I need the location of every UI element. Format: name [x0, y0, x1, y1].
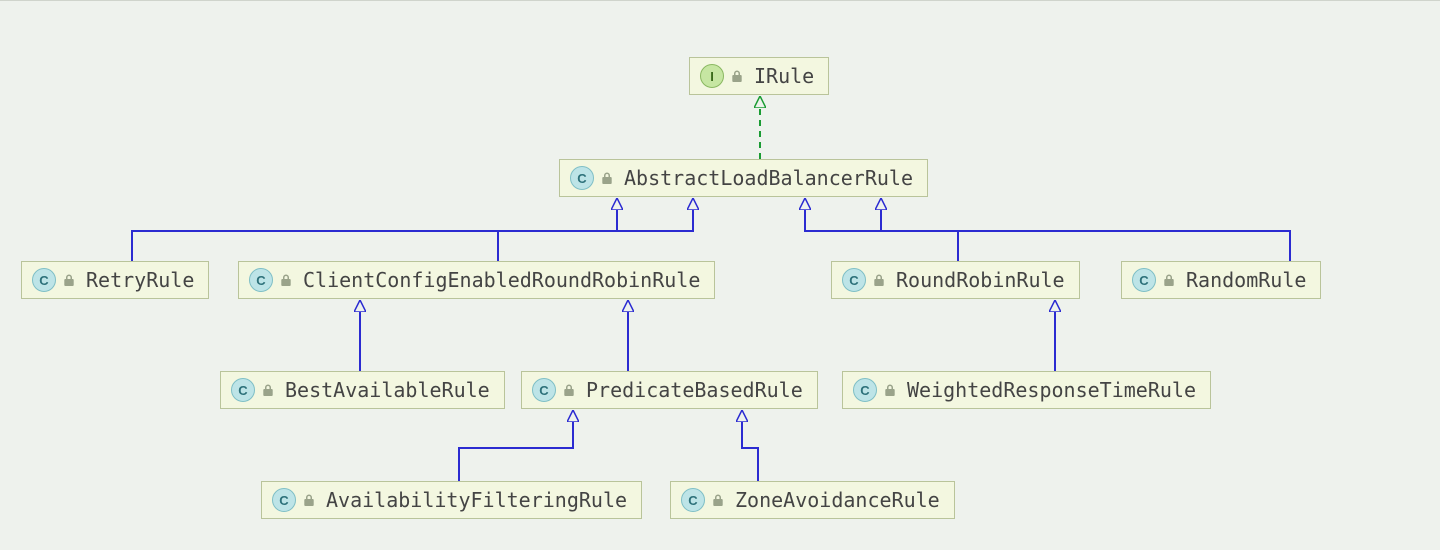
- class-icon: C: [570, 166, 594, 190]
- node-best-available-rule[interactable]: C BestAvailableRule: [220, 371, 505, 409]
- lock-icon: [711, 493, 725, 507]
- lock-icon: [1162, 273, 1176, 287]
- node-label: RandomRule: [1186, 268, 1306, 292]
- node-label: RetryRule: [86, 268, 194, 292]
- node-round-robin-rule[interactable]: C RoundRobinRule: [831, 261, 1080, 299]
- node-label: ClientConfigEnabledRoundRobinRule: [303, 268, 700, 292]
- node-label: BestAvailableRule: [285, 378, 490, 402]
- class-icon: C: [842, 268, 866, 292]
- lock-icon: [600, 171, 614, 185]
- node-label: RoundRobinRule: [896, 268, 1065, 292]
- class-icon: C: [249, 268, 273, 292]
- node-label: PredicateBasedRule: [586, 378, 803, 402]
- edge-availfilter-to-predicate: [459, 411, 573, 481]
- node-weighted-response-time-rule[interactable]: C WeightedResponseTimeRule: [842, 371, 1211, 409]
- node-predicate-based-rule[interactable]: C PredicateBasedRule: [521, 371, 818, 409]
- class-icon: C: [853, 378, 877, 402]
- edge-clientconfig-to-abstract: [498, 199, 693, 261]
- edge-zoneavoid-to-predicate: [742, 411, 758, 481]
- node-availability-filtering-rule[interactable]: C AvailabilityFilteringRule: [261, 481, 642, 519]
- class-icon: C: [231, 378, 255, 402]
- node-label: ZoneAvoidanceRule: [735, 488, 940, 512]
- lock-icon: [62, 273, 76, 287]
- node-retry-rule[interactable]: C RetryRule: [21, 261, 209, 299]
- lock-icon: [562, 383, 576, 397]
- class-icon: C: [272, 488, 296, 512]
- node-label: AvailabilityFilteringRule: [326, 488, 627, 512]
- node-label: WeightedResponseTimeRule: [907, 378, 1196, 402]
- node-irule[interactable]: I IRule: [689, 57, 829, 95]
- lock-icon: [279, 273, 293, 287]
- class-icon: C: [681, 488, 705, 512]
- lock-icon: [261, 383, 275, 397]
- node-label: AbstractLoadBalancerRule: [624, 166, 913, 190]
- class-icon: C: [532, 378, 556, 402]
- lock-icon: [883, 383, 897, 397]
- node-zone-avoidance-rule[interactable]: C ZoneAvoidanceRule: [670, 481, 955, 519]
- node-client-config-enabled-round-robin-rule[interactable]: C ClientConfigEnabledRoundRobinRule: [238, 261, 715, 299]
- class-icon: C: [1132, 268, 1156, 292]
- edge-random-to-abstract: [881, 199, 1290, 261]
- lock-icon: [872, 273, 886, 287]
- node-abstract-load-balancer-rule[interactable]: C AbstractLoadBalancerRule: [559, 159, 928, 197]
- interface-icon: I: [700, 64, 724, 88]
- node-label: IRule: [754, 64, 814, 88]
- class-icon: C: [32, 268, 56, 292]
- lock-icon: [730, 69, 744, 83]
- lock-icon: [302, 493, 316, 507]
- diagram-canvas: I IRule C AbstractLoadBalancerRule C Ret…: [0, 0, 1440, 550]
- node-random-rule[interactable]: C RandomRule: [1121, 261, 1321, 299]
